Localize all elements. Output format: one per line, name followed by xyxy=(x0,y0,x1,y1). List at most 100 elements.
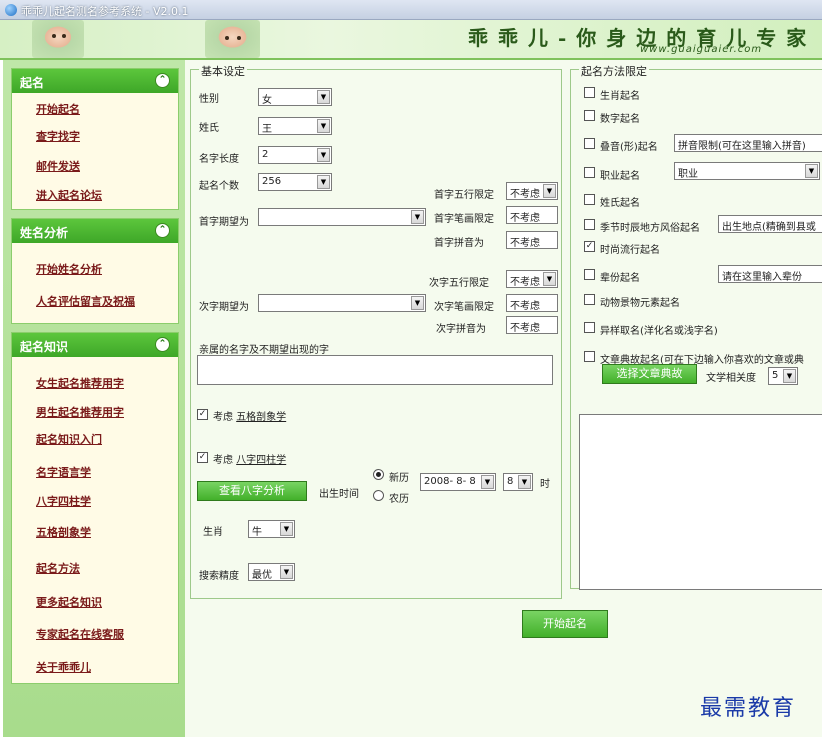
bazi-prefix: 考虑 xyxy=(213,455,233,466)
article-textarea[interactable] xyxy=(579,414,822,590)
precision-select[interactable]: 最优 ▼ xyxy=(248,563,295,581)
sidebar-item-start-naming[interactable]: 开始起名 xyxy=(36,101,80,117)
sidebar: 起名 ⌃ 开始起名 查字找字 邮件发送 进入起名论坛 姓名分析 ⌃ 开始姓名分析… xyxy=(3,60,185,737)
chevron-down-icon: ▼ xyxy=(783,369,796,383)
chevron-down-icon: ▼ xyxy=(280,522,293,536)
header-banner: 乖乖儿-你身边的育儿专家 www.guaiguaier.com xyxy=(0,20,822,60)
window-titlebar: 乖乖儿起名测名参考系统 - V2.0.1 xyxy=(0,0,822,20)
second-pinyin-input[interactable]: 不考虑 xyxy=(506,316,558,334)
relatives-label: 亲属的名字及不期望出现的字 xyxy=(199,345,329,356)
relatives-input[interactable] xyxy=(197,355,553,385)
sidebar-item-expert[interactable]: 专家起名在线客服 xyxy=(36,626,124,642)
birth-hour-value: 8 xyxy=(507,476,514,487)
method-career-checkbox[interactable] xyxy=(584,167,595,178)
sidebar-item-start-analysis[interactable]: 开始姓名分析 xyxy=(36,261,102,277)
birth-hour-select[interactable]: 8 ▼ xyxy=(503,473,533,491)
start-naming-button[interactable]: 开始起名 xyxy=(522,610,608,638)
generation-input[interactable]: 请在这里输入辈份 xyxy=(718,265,822,283)
first-expect-label: 首字期望为 xyxy=(199,217,249,228)
career-select[interactable]: 职业 ▼ xyxy=(674,162,820,180)
method-surname-checkbox[interactable] xyxy=(584,194,595,205)
wuge-link[interactable]: 五格剖象学 xyxy=(236,412,286,423)
sidebar-panel-header[interactable]: 姓名分析 ⌃ xyxy=(12,219,178,243)
surname-value: 王 xyxy=(262,124,272,135)
app-icon xyxy=(5,4,17,16)
method-repeat-label: 叠音(形)起名 xyxy=(600,142,658,153)
chevron-down-icon: ▼ xyxy=(411,210,424,224)
method-article-checkbox[interactable] xyxy=(584,351,595,362)
gender-value: 女 xyxy=(262,95,272,106)
relevance-label: 文学相关度 xyxy=(706,373,756,384)
wuge-checkbox[interactable]: ✓ xyxy=(197,409,208,420)
second-expect-select[interactable]: ▼ xyxy=(258,294,426,312)
sidebar-panel-title: 姓名分析 xyxy=(20,226,69,240)
pinyin-limit-input[interactable]: 拼音限制(可在这里输入拼音) xyxy=(674,134,822,152)
basic-settings-group: 基本设定 性别 女 ▼ 姓氏 王 ▼ 名字长度 2 ▼ 起名个数 256 ▼ 首字五行限… xyxy=(190,63,562,599)
lunar-calendar-label: 农历 xyxy=(389,494,409,505)
lunar-calendar-radio[interactable] xyxy=(373,490,384,501)
method-animal-checkbox[interactable] xyxy=(584,294,595,305)
main-area: 基本设定 性别 女 ▼ 姓氏 王 ▼ 名字长度 2 ▼ 起名个数 256 ▼ 首字五行限… xyxy=(185,60,822,737)
birthplace-input[interactable]: 出生地点(精确到县或 xyxy=(718,215,822,233)
sidebar-item-guestbook[interactable]: 人名评估留言及祝福 xyxy=(36,293,135,309)
bazi-link[interactable]: 八字四柱学 xyxy=(236,455,286,466)
chevron-down-icon: ▼ xyxy=(805,164,818,178)
sidebar-item-girl-chars[interactable]: 女生起名推荐用字 xyxy=(36,375,124,391)
second-wuxing-select[interactable]: 不考虑 ▼ xyxy=(506,270,558,288)
first-wuxing-select[interactable]: 不考虑 ▼ xyxy=(506,182,558,200)
first-wuxing-label: 首字五行限定 xyxy=(434,190,494,201)
method-season-checkbox[interactable] xyxy=(584,219,595,230)
second-stroke-label: 次字笔画限定 xyxy=(434,302,494,313)
bazi-analysis-button[interactable]: 查看八字分析 xyxy=(197,481,307,501)
chevron-up-double-icon[interactable]: ⌃ xyxy=(155,223,170,238)
sidebar-panel-header[interactable]: 起名 ⌃ xyxy=(12,69,178,93)
sidebar-item-wuge[interactable]: 五格剖象学 xyxy=(36,524,91,540)
chevron-up-double-icon[interactable]: ⌃ xyxy=(155,337,170,352)
second-stroke-input[interactable]: 不考虑 xyxy=(506,294,558,312)
method-trend-checkbox[interactable]: ✓ xyxy=(584,241,595,252)
count-select[interactable]: 256 ▼ xyxy=(258,173,332,191)
choose-article-button[interactable]: 选择文章典故 xyxy=(602,364,697,384)
sidebar-item-methods[interactable]: 起名方法 xyxy=(36,560,80,576)
gender-label: 性别 xyxy=(199,94,219,105)
relevance-select[interactable]: 5 ▼ xyxy=(768,367,798,385)
bazi-option: 考虑 八字四柱学 xyxy=(213,451,286,466)
bazi-checkbox[interactable]: ✓ xyxy=(197,452,208,463)
first-pinyin-label: 首字拼音为 xyxy=(434,238,484,249)
length-select[interactable]: 2 ▼ xyxy=(258,146,332,164)
method-zodiac-checkbox[interactable] xyxy=(584,87,595,98)
sidebar-item-intro[interactable]: 起名知识入门 xyxy=(36,431,102,447)
method-generation-checkbox[interactable] xyxy=(584,269,595,280)
chevron-up-double-icon[interactable]: ⌃ xyxy=(155,73,170,88)
sidebar-panel-header[interactable]: 起名知识 ⌃ xyxy=(12,333,178,357)
method-animal-label: 动物景物元素起名 xyxy=(600,298,680,309)
method-season-label: 季节时辰地方风俗起名 xyxy=(600,223,700,234)
method-foreign-checkbox[interactable] xyxy=(584,322,595,333)
sidebar-item-more[interactable]: 更多起名知识 xyxy=(36,594,102,610)
gender-select[interactable]: 女 ▼ xyxy=(258,88,332,106)
first-stroke-input[interactable]: 不考虑 xyxy=(506,206,558,224)
sidebar-item-forum[interactable]: 进入起名论坛 xyxy=(36,187,102,203)
zodiac-select[interactable]: 牛 ▼ xyxy=(248,520,295,538)
surname-select[interactable]: 王 ▼ xyxy=(258,117,332,135)
birth-date-select[interactable]: 2008- 8- 8 ▼ xyxy=(420,473,496,491)
first-stroke-label: 首字笔画限定 xyxy=(434,214,494,225)
sidebar-item-bazi[interactable]: 八字四柱学 xyxy=(36,493,91,509)
solar-calendar-radio[interactable] xyxy=(373,469,384,480)
chevron-down-icon: ▼ xyxy=(543,184,556,198)
hour-unit: 时 xyxy=(540,479,550,490)
zodiac-label: 生肖 xyxy=(203,527,223,538)
sidebar-item-about[interactable]: 关于乖乖儿 xyxy=(36,659,91,675)
method-number-checkbox[interactable] xyxy=(584,110,595,121)
sidebar-item-linguistics[interactable]: 名字语言学 xyxy=(36,464,91,480)
chevron-down-icon: ▼ xyxy=(280,565,293,579)
method-generation-label: 辈份起名 xyxy=(600,273,640,284)
first-expect-select[interactable]: ▼ xyxy=(258,208,426,226)
sidebar-item-find-char[interactable]: 查字找字 xyxy=(36,128,80,144)
method-repeat-checkbox[interactable] xyxy=(584,138,595,149)
sidebar-panel-knowledge: 起名知识 ⌃ 女生起名推荐用字 男生起名推荐用字 起名知识入门 名字语言学 八字… xyxy=(11,332,179,684)
sidebar-item-boy-chars[interactable]: 男生起名推荐用字 xyxy=(36,404,124,420)
sidebar-item-email[interactable]: 邮件发送 xyxy=(36,158,80,174)
first-pinyin-input[interactable]: 不考虑 xyxy=(506,231,558,249)
precision-label: 搜索精度 xyxy=(199,571,239,582)
